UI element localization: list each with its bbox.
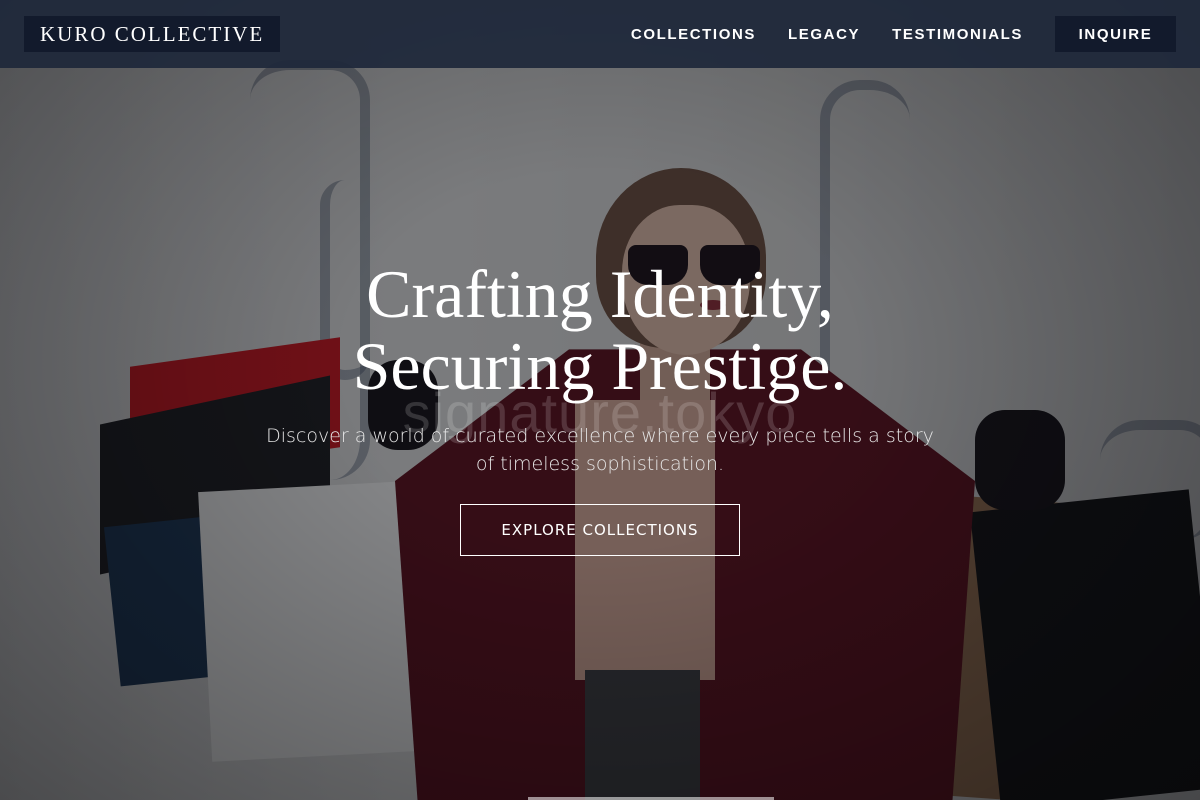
- explore-collections-button[interactable]: EXPLORE COLLECTIONS: [460, 504, 740, 556]
- site-header: KURO COLLECTIVE COLLECTIONS LEGACY TESTI…: [0, 0, 1200, 68]
- nav-link-legacy[interactable]: LEGACY: [788, 26, 860, 43]
- main-nav: COLLECTIONS LEGACY TESTIMONIALS: [631, 26, 1023, 43]
- inquire-button[interactable]: INQUIRE: [1055, 16, 1176, 52]
- hero-title-line-1: Crafting Identity,: [366, 256, 834, 332]
- nav-link-collections[interactable]: COLLECTIONS: [631, 26, 756, 43]
- hero-subtitle: Discover a world of curated excellence w…: [266, 425, 934, 475]
- hero-title-line-2: Securing Prestige.: [352, 328, 848, 404]
- hero-title: Crafting Identity, Securing Prestige.: [0, 258, 1200, 402]
- brand-logo[interactable]: KURO COLLECTIVE: [24, 16, 281, 52]
- hero-content: Crafting Identity, Securing Prestige. Di…: [0, 258, 1200, 556]
- nav-link-testimonials[interactable]: TESTIMONIALS: [892, 26, 1023, 43]
